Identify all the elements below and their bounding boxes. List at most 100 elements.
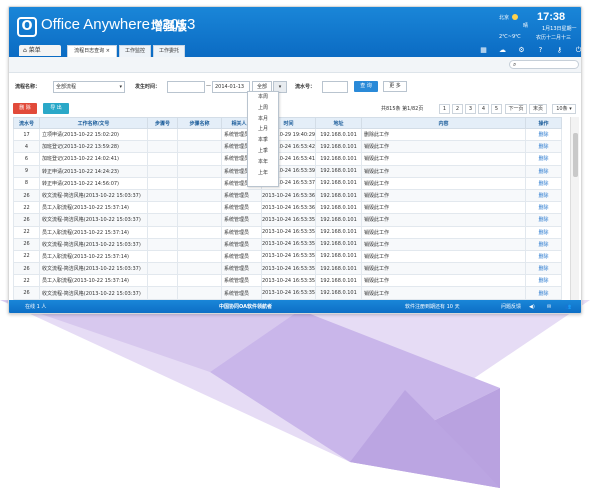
row-delete-link[interactable]: 删除: [525, 152, 562, 166]
column-header[interactable]: 流水号: [13, 117, 40, 129]
table-row[interactable]: 8 转正申请(2013-10-22 14:56:07) 系统管理员 2013-10-2…: [13, 176, 562, 190]
table-cell: 系统管理员: [221, 225, 262, 239]
table-cell: [147, 213, 178, 227]
table-row[interactable]: 22 员工入职流程(2013-10-22 15:37:14) 系统管理员 2013-1…: [13, 249, 562, 264]
table-row[interactable]: 26 收文流程-简洁风格(2013-10-22 15:03:37) 系统管理员 201…: [13, 237, 562, 251]
table-row[interactable]: 26 收文流程-简洁风格(2013-10-22 15:03:37) 系统管理员 201…: [13, 188, 562, 203]
tab-flow-log[interactable]: 流程日志查询 ×: [67, 45, 117, 57]
table-row[interactable]: 9 转正申请(2013-10-22 14:24:23) 系统管理员 2013-10-2…: [13, 164, 562, 178]
table-row[interactable]: 6 加班登记(2013-10-22 14:02:41) 系统管理员 2013-10-2…: [13, 152, 562, 166]
table-cell: 立项申请(2013-10-22 15:02:20): [39, 127, 148, 142]
page-1-button[interactable]: 1: [439, 104, 450, 114]
column-header[interactable]: 操作: [525, 117, 562, 129]
column-header[interactable]: 内容: [361, 117, 526, 129]
apps-grid-icon[interactable]: ▦: [479, 46, 488, 55]
table-cell: 销毁此工作: [361, 237, 526, 251]
page-size-select[interactable]: 10条 ▾: [552, 104, 576, 114]
scrollbar-thumb[interactable]: [573, 133, 578, 177]
column-header[interactable]: 地址: [315, 117, 362, 129]
feedback-link[interactable]: 问题反馈: [501, 300, 521, 313]
row-delete-link[interactable]: 删除: [525, 274, 562, 288]
clock-date: 1月13日星期一: [542, 26, 577, 32]
row-delete-link[interactable]: 删除: [525, 188, 562, 203]
online-users[interactable]: 在线 1 人: [25, 300, 46, 313]
table-cell: [147, 140, 178, 154]
row-delete-link[interactable]: 删除: [525, 225, 562, 239]
page-2-button[interactable]: 2: [452, 104, 463, 114]
row-delete-link[interactable]: 删除: [525, 237, 562, 251]
sound-icon[interactable]: ◀): [529, 300, 535, 313]
table-cell: 192.168.0.101: [315, 152, 362, 166]
table-row[interactable]: 26 收文流程-简洁风格(2013-10-22 15:03:37) 系统管理员 201…: [13, 286, 562, 300]
delete-button[interactable]: 删 除: [13, 103, 37, 114]
clock-time: 17:38: [537, 11, 566, 23]
table-cell: 删除此工作: [361, 127, 526, 142]
row-delete-link[interactable]: 删除: [525, 176, 562, 190]
top-search-input[interactable]: ⌕: [509, 60, 579, 69]
weather-sun-icon: [512, 14, 518, 20]
row-delete-link[interactable]: 删除: [525, 213, 562, 227]
export-button[interactable]: 导 出: [43, 103, 69, 114]
table-row[interactable]: 22 员工入职流程(2013-10-22 15:37:14) 系统管理员 2013-1…: [13, 274, 562, 288]
table-cell: 销毁此工作: [361, 274, 526, 288]
range-option-this-week[interactable]: 本周: [248, 92, 278, 103]
column-header[interactable]: 步骤名称: [177, 117, 222, 129]
table-cell: [147, 286, 178, 300]
range-option-this-quarter[interactable]: 本季: [248, 135, 278, 146]
column-header[interactable]: 工作名称/文号: [39, 117, 148, 129]
table-cell: 销毁此工作: [361, 176, 526, 190]
license-days: 10: [446, 304, 453, 310]
row-delete-link[interactable]: 删除: [525, 249, 562, 264]
page-4-button[interactable]: 4: [478, 104, 489, 114]
tab-work-delegate[interactable]: 工作委托: [153, 45, 185, 57]
table-cell: 22: [13, 274, 40, 288]
table-row[interactable]: 22 员工入职流程(2013-10-22 15:37:14) 系统管理员 2013-1…: [13, 225, 562, 239]
table-row[interactable]: 26 收文流程-简洁风格(2013-10-22 15:03:37) 系统管理员 201…: [13, 262, 562, 276]
date-to-input[interactable]: 2014-01-13: [212, 81, 250, 93]
row-delete-link[interactable]: 删除: [525, 262, 562, 276]
table-row[interactable]: 17 立项申请(2013-10-22 15:02:20) 系统管理员 2013-10-…: [13, 127, 562, 142]
header-toolbar: ▦ ☁ ⚙ ? ⚷ ⏻: [479, 46, 581, 56]
range-dropdown-menu: 本周 上周 本月 上月 本季 上季 本年 上年: [247, 91, 279, 187]
range-option-last-week[interactable]: 上周: [248, 103, 278, 114]
row-delete-link[interactable]: 删除: [525, 164, 562, 178]
row-delete-link[interactable]: 删除: [525, 286, 562, 300]
date-from-input[interactable]: [167, 81, 205, 93]
table-cell: 192.168.0.101: [315, 201, 362, 215]
table-row[interactable]: 26 收文流程-简洁风格(2013-10-22 15:03:37) 系统管理员 201…: [13, 213, 562, 227]
table-scrollbar[interactable]: [570, 117, 579, 300]
more-button[interactable]: 更 多: [383, 81, 407, 92]
range-option-this-month[interactable]: 本月: [248, 114, 278, 125]
flow-no-input[interactable]: [322, 81, 348, 93]
range-option-last-month[interactable]: 上月: [248, 124, 278, 135]
cloud-icon[interactable]: ☁: [498, 46, 507, 55]
row-delete-link[interactable]: 删除: [525, 127, 562, 142]
table-row[interactable]: 4 加班登记(2013-10-22 13:59:28) 系统管理员 2013-10-2…: [13, 140, 562, 154]
tab-work-monitor[interactable]: 工作监控: [119, 45, 151, 57]
range-option-last-quarter[interactable]: 上季: [248, 146, 278, 157]
power-icon[interactable]: ⏻: [574, 46, 581, 55]
gear-icon[interactable]: ⚙: [517, 46, 526, 55]
table-cell: [147, 262, 178, 276]
users-icon[interactable]: 👥: [565, 300, 571, 313]
column-header[interactable]: 步骤号: [147, 117, 178, 129]
range-option-last-year[interactable]: 上年: [248, 168, 278, 179]
page-3-button[interactable]: 3: [465, 104, 476, 114]
weather-city[interactable]: 北京: [499, 14, 509, 21]
mail-icon[interactable]: ✉: [547, 300, 551, 313]
flow-name-select[interactable]: 全部流程 ▾: [53, 81, 125, 93]
page-5-button[interactable]: 5: [491, 104, 502, 114]
key-icon[interactable]: ⚷: [555, 46, 564, 55]
table-cell: 2013-10-24 16:53:35: [261, 225, 316, 239]
query-button[interactable]: 查 询: [354, 81, 378, 92]
menu-button[interactable]: ⌂ 菜单: [19, 45, 61, 56]
last-page-button[interactable]: 末页: [529, 104, 547, 114]
table-cell: 2013-10-24 16:53:35: [261, 262, 316, 276]
next-page-button[interactable]: 下一页: [505, 104, 527, 114]
table-row[interactable]: 22 员工入职流程(2013-10-22 15:37:14) 系统管理员 2013-1…: [13, 201, 562, 215]
row-delete-link[interactable]: 删除: [525, 201, 562, 215]
range-option-this-year[interactable]: 本年: [248, 157, 278, 168]
row-delete-link[interactable]: 删除: [525, 140, 562, 154]
help-icon[interactable]: ?: [536, 46, 545, 55]
chevron-down-icon: ▾: [119, 84, 122, 90]
